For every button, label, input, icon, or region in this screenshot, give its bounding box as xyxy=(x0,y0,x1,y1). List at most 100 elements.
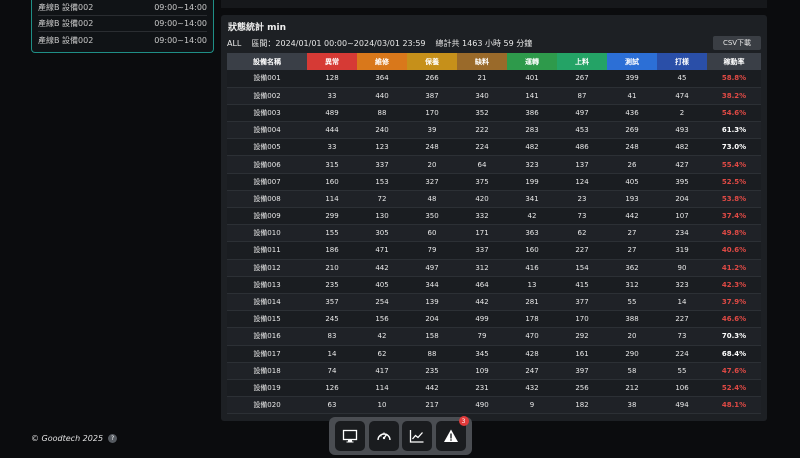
table-row[interactable]: 設備005 33 123 248 224 482 486 248 482 73.0% xyxy=(227,138,761,157)
value-cell: 482 xyxy=(657,138,707,157)
device-name-cell: 設備008 xyxy=(227,190,307,209)
info-row: ALL 區間：2024/01/01 00:00~2024/03/01 23:59… xyxy=(227,35,761,51)
total-label: 總計共 1463 小時 59 分鐘 xyxy=(435,38,533,48)
value-cell: 83 xyxy=(307,327,357,346)
utilization-cell: 53.8% xyxy=(707,190,761,209)
monitor-button[interactable] xyxy=(335,421,366,451)
utilization-cell: 40.6% xyxy=(707,241,761,260)
value-cell: 106 xyxy=(657,379,707,398)
help-icon[interactable]: ? xyxy=(108,434,118,443)
table-row[interactable]: 設備013 235 405 344 464 13 415 312 323 42.3% xyxy=(227,276,761,294)
filter-label[interactable]: ALL xyxy=(227,39,241,48)
schedule-row[interactable]: 產線B 設備002 09:00~14:00 xyxy=(38,32,207,48)
utilization-cell: 38.2% xyxy=(707,87,761,105)
value-cell: 107 xyxy=(657,207,707,226)
table-row[interactable]: 設備014 357 254 139 442 281 377 55 14 37.9% xyxy=(227,293,761,312)
value-cell: 20 xyxy=(407,155,457,174)
value-cell: 153 xyxy=(357,173,407,191)
table-row[interactable]: 設備015 245 156 204 499 178 170 388 227 46.6% xyxy=(227,310,761,329)
value-cell: 235 xyxy=(307,276,357,294)
header-sampling[interactable]: 打樣 xyxy=(657,53,707,70)
utilization-cell: 58.8% xyxy=(707,70,761,88)
value-cell: 240 xyxy=(357,121,407,140)
value-cell: 210 xyxy=(307,259,357,277)
value-cell: 114 xyxy=(307,190,357,209)
device-name-cell: 設備009 xyxy=(227,207,307,226)
top-bar xyxy=(221,0,767,8)
header-running[interactable]: 運轉 xyxy=(507,53,557,70)
value-cell: 39 xyxy=(407,121,457,140)
table-row[interactable]: 設備004 444 240 39 222 283 453 269 493 61.3% xyxy=(227,121,761,140)
value-cell: 14 xyxy=(307,345,357,363)
dashboard-button[interactable] xyxy=(368,421,399,451)
value-cell: 21 xyxy=(457,70,507,88)
value-cell: 319 xyxy=(657,241,707,260)
value-cell: 64 xyxy=(457,155,507,174)
value-cell: 55 xyxy=(657,362,707,380)
table-row[interactable]: 設備019 126 114 442 231 432 256 212 106 52.4% xyxy=(227,379,761,398)
table-header-row: 設備名稱 異常 維修 保養 缺料 運轉 上料 測試 打樣 稼動率 xyxy=(227,53,761,70)
header-utilization[interactable]: 稼動率 xyxy=(707,53,761,70)
utilization-cell: 49.8% xyxy=(707,224,761,243)
table-row[interactable]: 設備016 83 42 158 79 470 292 20 73 70.3% xyxy=(227,327,761,346)
value-cell: 20 xyxy=(607,327,657,346)
schedule-row[interactable]: 產線B 設備002 09:00~14:00 xyxy=(38,16,207,32)
table-row[interactable]: 設備007 160 153 327 375 199 124 405 395 52.5% xyxy=(227,173,761,191)
value-cell: 442 xyxy=(607,207,657,226)
table-row[interactable]: 設備002 33 440 387 340 141 87 41 474 38.2% xyxy=(227,87,761,105)
table-row[interactable]: 設備009 299 130 350 332 42 73 442 107 37.4% xyxy=(227,207,761,226)
value-cell: 312 xyxy=(607,276,657,294)
csv-download-button[interactable]: CSV下載 xyxy=(713,36,761,50)
value-cell: 386 xyxy=(507,104,557,123)
header-device[interactable]: 設備名稱 xyxy=(227,53,307,70)
value-cell: 204 xyxy=(657,190,707,209)
value-cell: 222 xyxy=(457,121,507,140)
value-cell: 470 xyxy=(507,327,557,346)
value-cell: 158 xyxy=(407,327,457,346)
value-cell: 212 xyxy=(607,379,657,398)
table-row[interactable]: 設備003 489 88 170 352 386 497 436 2 54.6% xyxy=(227,104,761,123)
header-shortage[interactable]: 缺料 xyxy=(457,53,507,70)
value-cell: 26 xyxy=(607,155,657,174)
chart-button[interactable] xyxy=(402,421,433,451)
value-cell: 493 xyxy=(657,121,707,140)
device-name-cell: 設備010 xyxy=(227,224,307,243)
value-cell: 23 xyxy=(557,190,607,209)
table-row[interactable]: 設備006 315 337 20 64 323 137 26 427 55.4% xyxy=(227,155,761,174)
value-cell: 405 xyxy=(357,276,407,294)
value-cell: 312 xyxy=(457,259,507,277)
value-cell: 364 xyxy=(357,70,407,88)
header-abnormal[interactable]: 異常 xyxy=(307,53,357,70)
value-cell: 60 xyxy=(407,224,457,243)
table-row[interactable]: 設備010 155 305 60 171 363 62 27 234 49.8% xyxy=(227,224,761,243)
header-loading[interactable]: 上料 xyxy=(557,53,607,70)
value-cell: 417 xyxy=(357,362,407,380)
schedule-row[interactable]: 產線B 設備002 09:00~14:00 xyxy=(38,0,207,16)
value-cell: 432 xyxy=(507,379,557,398)
bottom-dock: 3 xyxy=(329,416,472,455)
value-cell: 139 xyxy=(407,293,457,312)
value-cell: 27 xyxy=(607,241,657,260)
value-cell: 471 xyxy=(357,241,407,260)
header-maintenance[interactable]: 保養 xyxy=(407,53,457,70)
value-cell: 227 xyxy=(657,310,707,329)
value-cell: 340 xyxy=(457,87,507,105)
value-cell: 234 xyxy=(657,224,707,243)
table-row[interactable]: 設備012 210 442 497 312 416 154 362 90 41.2% xyxy=(227,259,761,277)
alert-button[interactable]: 3 xyxy=(435,416,469,451)
header-repair[interactable]: 維修 xyxy=(357,53,407,70)
table-row[interactable]: 設備001 128 364 266 21 401 267 399 45 58.8% xyxy=(227,70,761,88)
table-row[interactable]: 設備011 186 471 79 337 160 227 27 319 40.6% xyxy=(227,241,761,260)
value-cell: 204 xyxy=(407,310,457,329)
table-row[interactable]: 設備020 63 10 217 490 9 182 38 494 48.1% xyxy=(227,396,761,415)
header-testing[interactable]: 測試 xyxy=(607,53,657,70)
value-cell: 344 xyxy=(407,276,457,294)
value-cell: 497 xyxy=(557,104,607,123)
table-row[interactable]: 設備018 74 417 235 109 247 397 58 55 47.6% xyxy=(227,362,761,380)
value-cell: 10 xyxy=(357,396,407,415)
schedule-time: 09:00~14:00 xyxy=(154,35,207,45)
table-row[interactable]: 設備008 114 72 48 420 341 23 193 204 53.8% xyxy=(227,190,761,209)
value-cell: 73 xyxy=(657,327,707,346)
value-cell: 170 xyxy=(407,104,457,123)
table-row[interactable]: 設備017 14 62 88 345 428 161 290 224 68.4% xyxy=(227,345,761,363)
